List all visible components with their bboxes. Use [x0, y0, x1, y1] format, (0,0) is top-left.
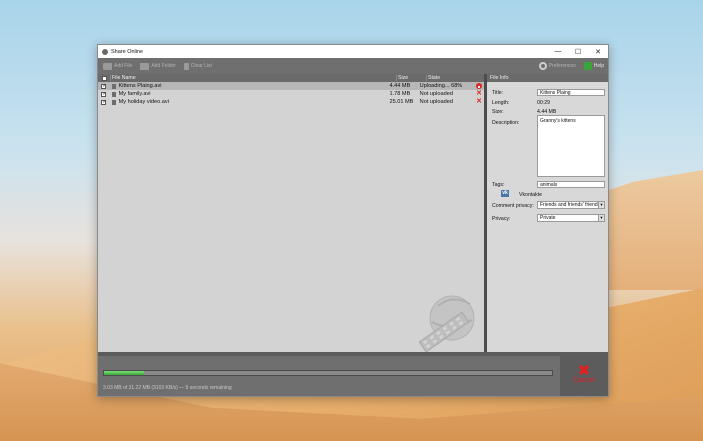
upload-progress-bar	[103, 370, 553, 376]
maximize-button[interactable]: ☐	[568, 45, 588, 58]
gear-icon	[538, 62, 547, 70]
vkontakte-icon: vk	[501, 190, 509, 197]
toolbar: Add File Add Folder Clear List Preferenc…	[98, 58, 608, 74]
clear-list-label: Clear List	[190, 63, 212, 69]
video-file-icon	[111, 91, 116, 97]
progress-area: 3.03 MB of 31.22 MB (3103 KB/s) — 9 seco…	[98, 352, 608, 396]
add-file-icon	[103, 62, 112, 70]
file-size: 1.78 MB	[389, 91, 411, 97]
share-online-window: Share Online — ☐ ✕ Add File Add Folder C…	[97, 44, 609, 397]
file-name: My holiday video.avi	[118, 99, 169, 105]
progress-panel: 3.03 MB of 31.22 MB (3103 KB/s) — 9 seco…	[98, 356, 560, 396]
window-title: Share Online	[111, 48, 144, 55]
title-bar: Share Online — ☐ ✕	[98, 45, 608, 58]
file-list: File Name Size State Kittens Plaing.avi …	[98, 74, 484, 352]
help-icon	[583, 62, 592, 70]
help-button[interactable]: Help	[583, 62, 604, 70]
title-field[interactable]	[537, 89, 605, 96]
comment-privacy-label: Comment privacy:	[492, 203, 534, 209]
file-state: Not uploaded	[419, 99, 453, 105]
file-state: Uploading... 68%	[419, 83, 463, 89]
file-row[interactable]: My holiday video.avi 25.01 MB Not upload…	[98, 98, 484, 106]
progress-status-text: 3.03 MB of 31.22 MB (3103 KB/s) — 9 seco…	[103, 385, 232, 391]
video-file-icon	[111, 99, 116, 105]
file-checkbox[interactable]	[101, 91, 107, 97]
tags-field[interactable]	[537, 181, 605, 188]
chevron-down-icon: ▼	[598, 202, 604, 208]
cancel-icon: ✖	[578, 362, 590, 378]
chevron-down-icon: ▼	[598, 215, 604, 221]
cancel-label: Cancel	[573, 377, 595, 384]
privacy-select[interactable]: Private ▼	[537, 214, 605, 222]
description-label: Description:	[492, 120, 520, 126]
clear-list-button[interactable]: Clear List	[183, 62, 212, 70]
size-label: Size:	[492, 109, 504, 115]
app-icon	[102, 48, 108, 55]
privacy-value: Private	[540, 215, 556, 221]
length-value: 00:29	[537, 100, 550, 106]
file-size: 25.01 MB	[389, 99, 414, 105]
help-label: Help	[593, 63, 604, 69]
cancel-button[interactable]: ✖ Cancel	[560, 352, 608, 396]
file-checkbox[interactable]	[101, 83, 107, 89]
column-header-state[interactable]: State	[426, 75, 484, 81]
privacy-label: Privacy:	[492, 216, 511, 222]
select-all-checkbox[interactable]	[101, 75, 107, 81]
main-content: File Name Size State Kittens Plaing.avi …	[98, 74, 608, 352]
tags-label: Tags:	[492, 182, 505, 188]
add-folder-icon	[140, 62, 150, 70]
add-file-button[interactable]: Add File	[103, 62, 133, 70]
comment-privacy-select[interactable]: Friends and friends' friends ▼	[537, 201, 605, 209]
file-state: Not uploaded	[419, 91, 453, 97]
preferences-label: Preferences	[548, 63, 576, 69]
close-button[interactable]: ✕	[588, 45, 608, 58]
file-list-header: File Name Size State	[98, 74, 484, 82]
stop-icon[interactable]: ■	[476, 83, 483, 89]
add-file-label: Add File	[114, 63, 133, 69]
service-name: Vkontakte	[519, 192, 543, 198]
minimize-button[interactable]: —	[548, 45, 568, 58]
file-row[interactable]: My family.avi 1.78 MB Not uploaded ✕	[98, 90, 484, 98]
column-header-size[interactable]: Size	[396, 75, 426, 81]
column-header-name[interactable]: File Name	[110, 75, 396, 81]
add-folder-button[interactable]: Add Folder	[140, 62, 176, 70]
comment-privacy-value: Friends and friends' friends	[540, 202, 601, 208]
file-size: 4.44 MB	[389, 83, 411, 89]
clear-list-icon	[183, 62, 189, 70]
upload-progress-fill	[104, 371, 145, 375]
file-name: My family.avi	[118, 91, 151, 97]
film-reel-watermark-icon	[418, 295, 475, 352]
file-checkbox[interactable]	[101, 99, 107, 105]
file-info-panel: File Info Title: Length: 00:29 Size: 4.4…	[487, 74, 608, 352]
add-folder-label: Add Folder	[151, 63, 176, 69]
remove-icon[interactable]: ✕	[476, 90, 482, 97]
preferences-button[interactable]: Preferences	[538, 62, 576, 70]
file-info-header: File Info	[487, 74, 608, 82]
title-label: Title:	[492, 90, 504, 96]
description-field[interactable]: Granny's kittens	[537, 115, 605, 177]
file-name: Kittens Plaing.avi	[118, 83, 162, 89]
video-file-icon	[111, 83, 116, 89]
file-row[interactable]: Kittens Plaing.avi 4.44 MB Uploading... …	[98, 82, 484, 90]
length-label: Length:	[492, 100, 510, 106]
remove-icon[interactable]: ✕	[476, 98, 482, 105]
